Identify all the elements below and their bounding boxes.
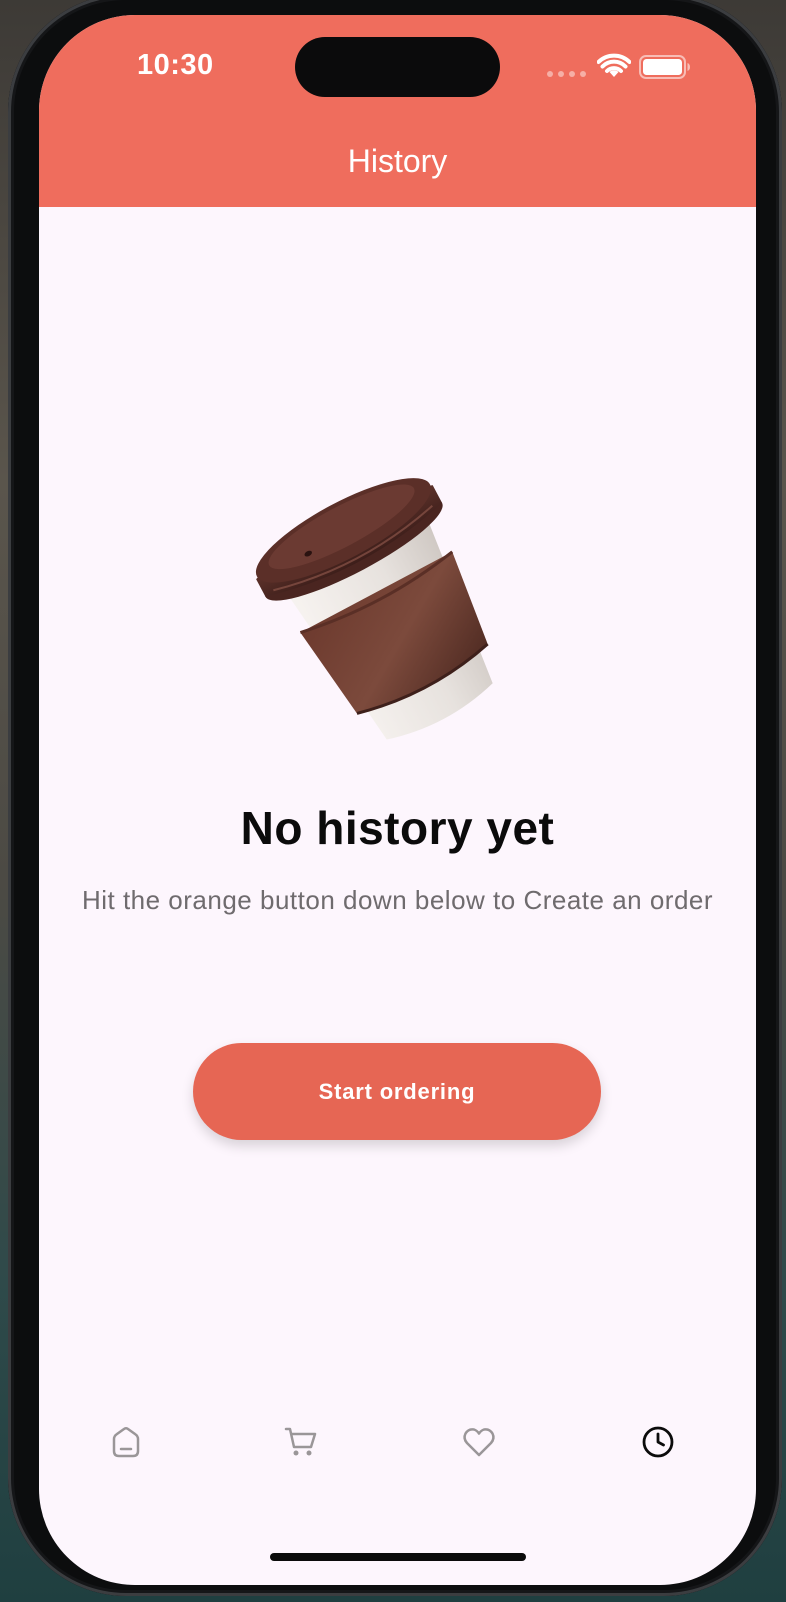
bottom-navigation: [39, 1412, 756, 1492]
header-bar: 10:30 History: [39, 15, 756, 207]
signal-dots-icon: [547, 71, 586, 77]
nav-history[interactable]: [608, 1412, 708, 1472]
start-ordering-button[interactable]: Start ordering: [193, 1043, 601, 1140]
dynamic-island: [295, 37, 500, 97]
page-title: History: [347, 143, 448, 179]
heart-icon: [463, 1428, 495, 1457]
status-time: 10:30: [137, 49, 214, 81]
nav-cart[interactable]: [251, 1412, 351, 1472]
coffee-cup-illustration: [255, 478, 493, 740]
wifi-icon: [597, 53, 631, 77]
battery-icon: [639, 55, 690, 79]
empty-state-title: No history yet: [240, 802, 555, 854]
clock-icon: [642, 1426, 674, 1458]
nav-favorites[interactable]: [429, 1412, 529, 1472]
home-indicator: [270, 1553, 526, 1561]
app-screen: 10:30 History No history yet Hit the ora…: [39, 15, 756, 1585]
cart-icon: [284, 1427, 317, 1456]
nav-home[interactable]: [76, 1412, 176, 1472]
home-icon: [112, 1427, 140, 1458]
empty-state-description: Hit the orange button down below to Crea…: [81, 885, 714, 915]
